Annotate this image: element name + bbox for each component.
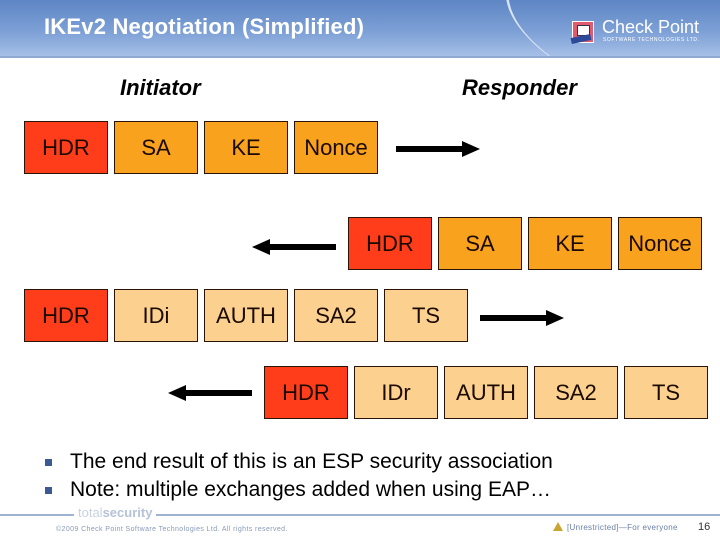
payload-nonce: Nonce bbox=[618, 217, 702, 270]
page-number: 16 bbox=[698, 521, 711, 533]
classification-label: [Unrestricted]—For everyone bbox=[553, 522, 678, 532]
payload-idi: IDi bbox=[114, 289, 198, 342]
arrow-left-icon bbox=[168, 385, 252, 401]
warning-triangle-icon bbox=[553, 522, 563, 531]
copyright-notice: ©2009 Check Point Software Technologies … bbox=[56, 526, 288, 533]
square-bullet-icon bbox=[45, 487, 52, 494]
arrow-right-icon bbox=[396, 141, 480, 157]
check-point-logo: Check Point SOFTWARE TECHNOLOGIES LTD. bbox=[572, 17, 712, 49]
payload-nonce: Nonce bbox=[294, 121, 378, 174]
initiator-label: Initiator bbox=[120, 75, 201, 100]
bullet-item: Note: multiple exchanges added when usin… bbox=[44, 476, 553, 504]
total-security-logo: totalsecurity bbox=[74, 505, 157, 520]
payload-hdr: HDR bbox=[264, 366, 348, 419]
arrow-left-icon bbox=[252, 239, 336, 255]
payload-sa: SA bbox=[438, 217, 522, 270]
bullet-item: The end result of this is an ESP securit… bbox=[44, 448, 553, 476]
slide-title: IKEv2 Negotiation (Simplified) bbox=[44, 14, 365, 39]
logo-name: Check Point bbox=[602, 17, 700, 37]
payload-sa2: SA2 bbox=[294, 289, 378, 342]
responder-label: Responder bbox=[462, 75, 577, 100]
payload-hdr: HDR bbox=[348, 217, 432, 270]
brand-bold-text: security bbox=[102, 505, 153, 520]
payload-sa2: SA2 bbox=[534, 366, 618, 419]
payload-ke: KE bbox=[204, 121, 288, 174]
payload-idr: IDr bbox=[354, 366, 438, 419]
slide-header: IKEv2 Negotiation (Simplified) Check Poi… bbox=[0, 0, 720, 58]
logo-subtitle: SOFTWARE TECHNOLOGIES LTD. bbox=[603, 37, 700, 43]
payload-ts: TS bbox=[384, 289, 468, 342]
payload-hdr: HDR bbox=[24, 121, 108, 174]
bullet-text: Note: multiple exchanges added when usin… bbox=[70, 478, 551, 501]
brand-thin-text: total bbox=[78, 505, 103, 520]
bullet-list: The end result of this is an ESP securit… bbox=[44, 448, 553, 504]
payload-ke: KE bbox=[528, 217, 612, 270]
payload-hdr: HDR bbox=[24, 289, 108, 342]
classification-text: [Unrestricted]—For everyone bbox=[567, 523, 678, 532]
payload-ts: TS bbox=[624, 366, 708, 419]
payload-sa: SA bbox=[114, 121, 198, 174]
payload-auth: AUTH bbox=[444, 366, 528, 419]
arrow-right-icon bbox=[480, 310, 564, 326]
square-bullet-icon bbox=[45, 459, 52, 466]
check-point-logo-icon bbox=[572, 21, 594, 43]
payload-auth: AUTH bbox=[204, 289, 288, 342]
bullet-text: The end result of this is an ESP securit… bbox=[70, 450, 553, 473]
